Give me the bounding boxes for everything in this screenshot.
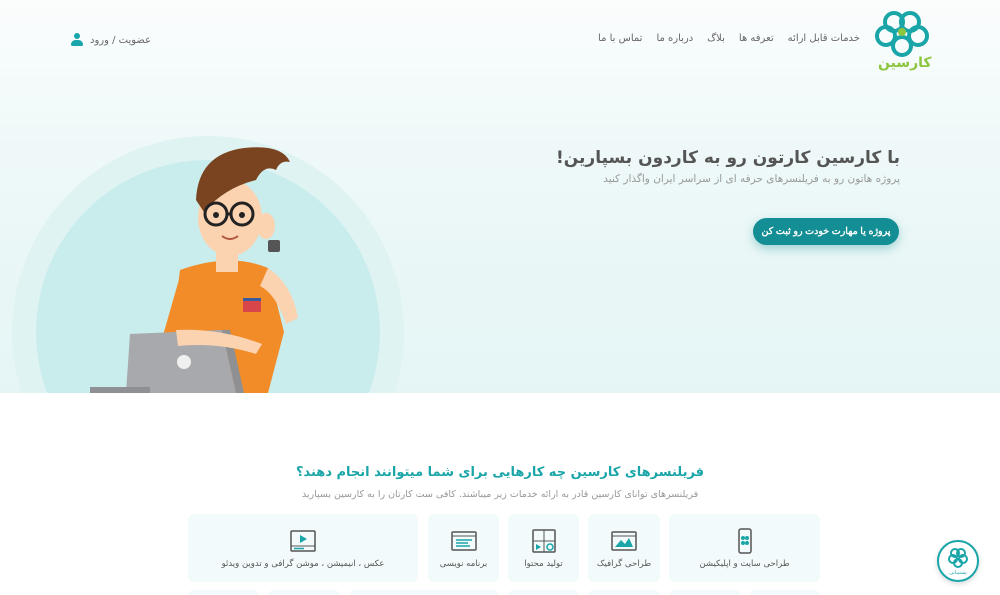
- nav-item-pricing[interactable]: تعرفه ها: [739, 33, 774, 44]
- service-card[interactable]: [350, 590, 499, 595]
- auth-label: عضویت / ورود: [90, 34, 152, 46]
- service-card[interactable]: [508, 590, 579, 595]
- nav-item-services[interactable]: خدمات قابل ارائه: [788, 33, 860, 44]
- support-chat-button[interactable]: پشتیبانی: [937, 540, 979, 582]
- service-card-label: طراحی سایت و اپلیکیشن: [699, 559, 790, 569]
- auth-link[interactable]: عضویت / ورود: [70, 33, 151, 47]
- service-card[interactable]: [669, 590, 741, 595]
- nav-item-blog[interactable]: بلاگ: [707, 33, 725, 44]
- services-subtitle: فریلنسرهای توانای کارسین قادر به ارائه خ…: [301, 489, 699, 500]
- nav-item-about[interactable]: درباره ما: [656, 33, 693, 44]
- hero-title: با کارسین کارتون رو به کاردون بسپارین!: [555, 148, 900, 168]
- graphic-design-icon: [611, 531, 637, 551]
- service-card[interactable]: [750, 590, 820, 595]
- service-card-content[interactable]: تولید محتوا: [508, 514, 579, 582]
- service-card-label: عکس ، انیمیشن ، موشن گرافی و تدوین ویدئو: [221, 559, 385, 569]
- video-player-icon: [290, 530, 316, 552]
- service-card-web-app[interactable]: طراحی سایت و اپلیکیشن: [669, 514, 820, 582]
- content-icon: [531, 529, 556, 553]
- hero-section: کارسین خدمات قابل ارائه تعرفه ها بلاگ در…: [0, 0, 1000, 393]
- mobile-app-icon: [737, 528, 752, 554]
- register-project-button[interactable]: پروژه یا مهارت خودت رو ثبت کن: [753, 218, 899, 245]
- service-card[interactable]: [268, 590, 340, 595]
- user-icon: [70, 33, 84, 47]
- service-card[interactable]: [188, 590, 259, 595]
- service-card-label: طراحی گرافیک: [596, 559, 652, 569]
- service-card-label: تولید محتوا: [524, 559, 563, 569]
- service-card-programming[interactable]: برنامه نویسی: [428, 514, 499, 582]
- support-label: پشتیبانی: [949, 570, 967, 576]
- service-card[interactable]: [588, 590, 660, 595]
- code-window-icon: [450, 531, 477, 551]
- brand-name: کارسین: [878, 55, 932, 71]
- hero-subtitle: پروژه هاتون رو به فریلنسرهای حرفه ای از …: [603, 173, 900, 185]
- service-card-label: برنامه نویسی: [439, 559, 488, 569]
- services-title: فریلنسرهای کارسین چه کارهایی برای شما می…: [295, 465, 705, 480]
- nav-item-contact[interactable]: تماس با ما: [598, 33, 642, 44]
- service-card-video[interactable]: عکس ، انیمیشن ، موشن گرافی و تدوین ویدئو: [188, 514, 418, 582]
- karsin-logo-icon: [948, 548, 968, 568]
- main-nav: خدمات قابل ارائه تعرفه ها بلاگ درباره ما…: [598, 33, 860, 44]
- freelancer-illustration: [12, 136, 404, 393]
- service-card-graphic[interactable]: طراحی گرافیک: [588, 514, 660, 582]
